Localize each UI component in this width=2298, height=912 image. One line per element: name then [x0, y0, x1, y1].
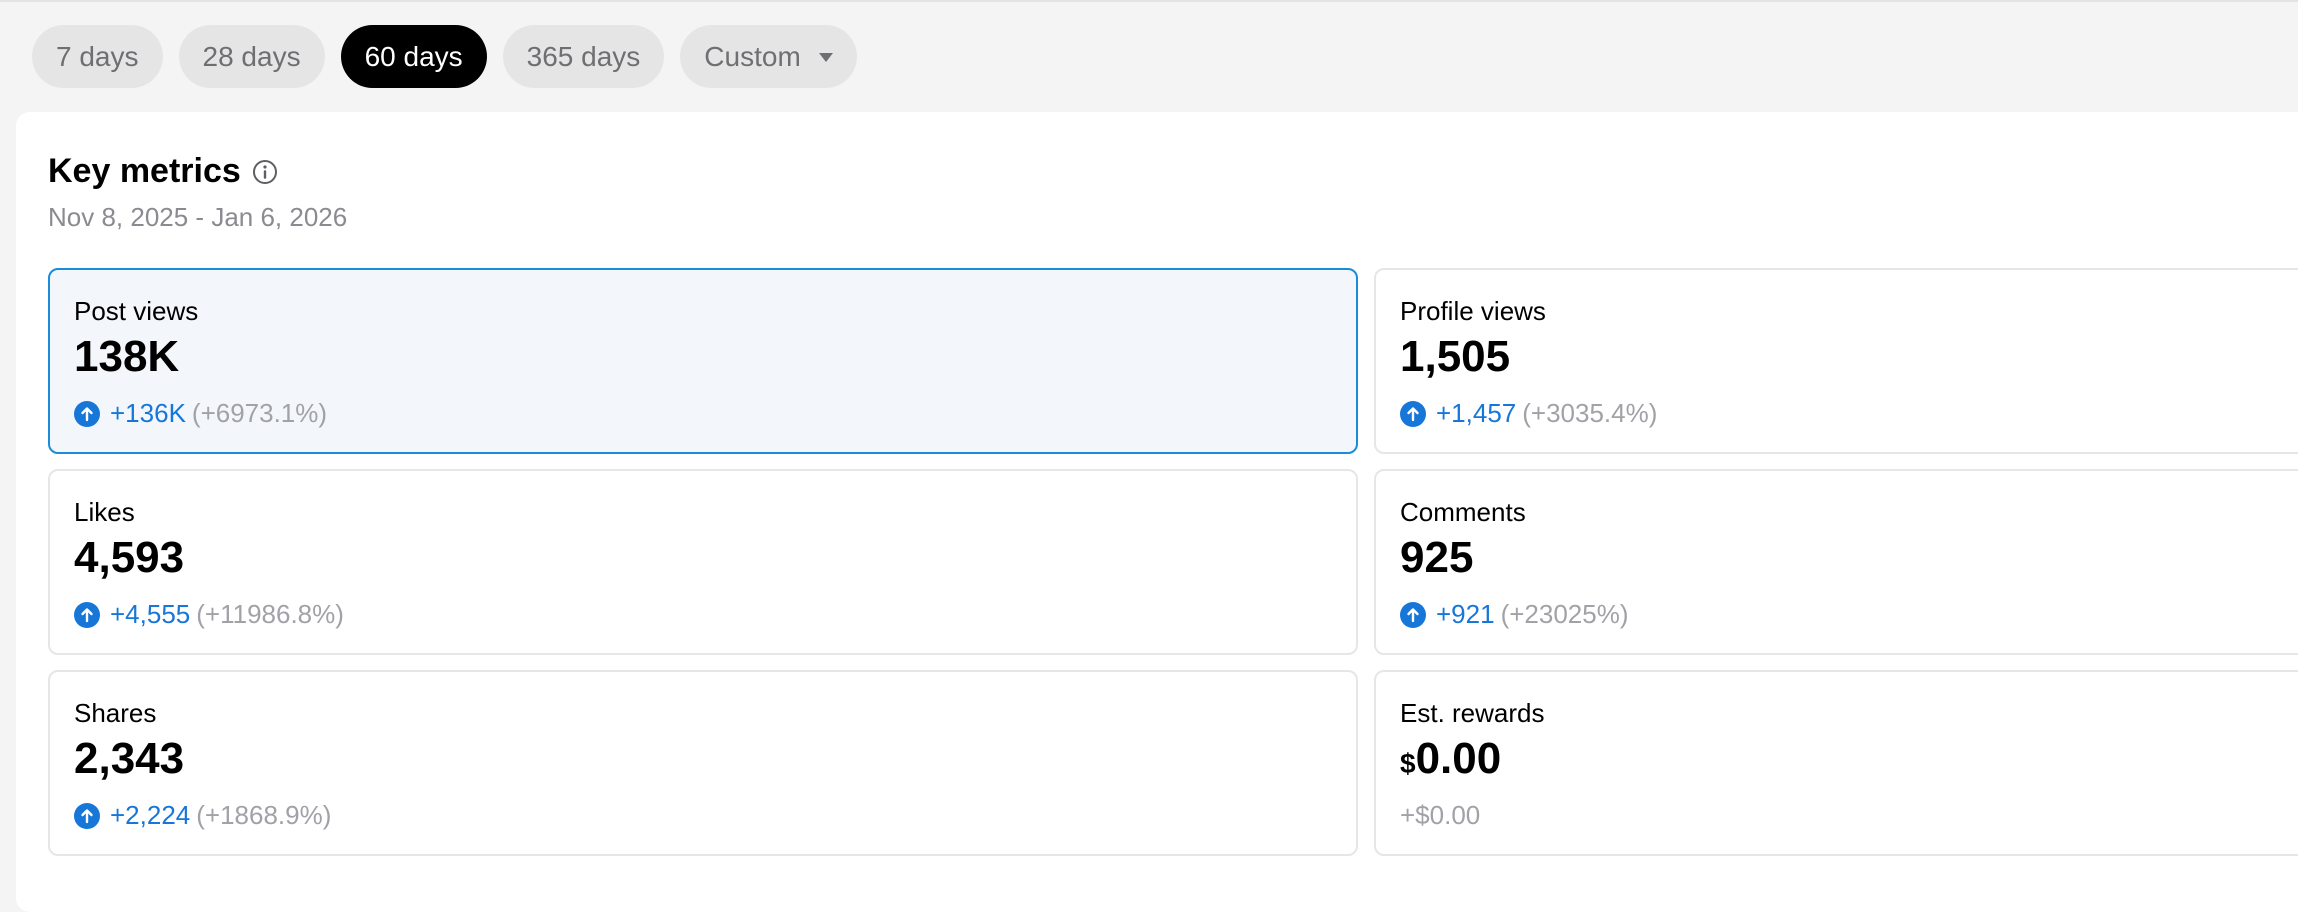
metric-value: 2,343 — [74, 734, 185, 783]
metric-percent: (+3035.4%) — [1522, 398, 1658, 428]
filter-label: Custom — [704, 40, 801, 72]
arrow-up-circle-icon — [74, 601, 100, 628]
key-metrics-panel: Key metrics Nov 8, 2025 - Jan 6, 2026 Po… — [16, 112, 2298, 912]
metric-label: Shares — [74, 698, 157, 728]
filter-365-days[interactable]: 365 days — [502, 25, 665, 88]
metric-label: Likes — [74, 497, 135, 527]
metric-percent: (+6973.1%) — [191, 398, 328, 428]
metric-card-post-views[interactable]: Post views 138K +136K (+6973.1%) — [48, 268, 1358, 454]
metric-label: Est. rewards — [1400, 698, 1545, 728]
metric-change: +4,555 (+11986.8%) — [74, 599, 344, 630]
currency-symbol: $ — [1400, 748, 1416, 779]
filter-label: 60 days — [364, 40, 463, 72]
title-row: Key metrics — [48, 152, 279, 191]
metric-delta: +4,555 — [110, 599, 191, 629]
filter-label: 28 days — [202, 40, 301, 72]
arrow-up-circle-icon — [74, 400, 100, 427]
metric-delta: +921 — [1436, 599, 1495, 629]
metric-card-est-rewards[interactable]: Est. rewards $0.00 +$0.00 — [1374, 670, 2298, 856]
filter-60-days[interactable]: 60 days — [340, 25, 487, 88]
metric-value: 925 — [1400, 533, 1474, 582]
metric-delta: +136K — [110, 398, 186, 428]
metric-change: +$0.00 — [1400, 800, 1480, 831]
filter-label: 365 days — [526, 40, 641, 72]
arrow-up-circle-icon — [74, 802, 100, 829]
top-divider — [0, 0, 2298, 2]
arrow-up-circle-icon — [1400, 601, 1426, 628]
metric-delta: +2,224 — [110, 800, 191, 830]
metric-card-likes[interactable]: Likes 4,593 +4,555 (+11986.8%) — [48, 469, 1358, 655]
metric-change: +1,457 (+3035.4%) — [1400, 398, 1657, 429]
metric-label: Comments — [1400, 497, 1526, 527]
metric-card-comments[interactable]: Comments 925 +921 (+23025%) — [1374, 469, 2298, 655]
arrow-up-circle-icon — [1400, 400, 1426, 427]
filter-custom[interactable]: Custom — [680, 25, 857, 88]
date-range: Nov 8, 2025 - Jan 6, 2026 — [48, 202, 348, 232]
metric-value: 138K — [74, 332, 180, 381]
info-icon[interactable] — [251, 158, 279, 186]
metric-change: +136K (+6973.1%) — [74, 398, 327, 429]
metric-amount: 0.00 — [1415, 734, 1502, 783]
metric-delta: +1,457 — [1436, 398, 1517, 428]
metric-change: +921 (+23025%) — [1400, 599, 1629, 630]
metric-percent: (+11986.8%) — [196, 599, 344, 629]
metric-card-profile-views[interactable]: Profile views 1,505 +1,457 (+3035.4%) — [1374, 268, 2298, 454]
metric-value: 4,593 — [74, 533, 185, 582]
page-title: Key metrics — [48, 152, 241, 190]
filter-28-days[interactable]: 28 days — [178, 25, 325, 88]
metric-label: Post views — [74, 296, 199, 326]
filter-7-days[interactable]: 7 days — [32, 25, 163, 88]
metric-percent: (+1868.9%) — [196, 800, 332, 830]
metric-card-shares[interactable]: Shares 2,343 +2,224 (+1868.9%) — [48, 670, 1358, 856]
metric-percent: (+23025%) — [1500, 599, 1629, 629]
metric-value: $0.00 — [1400, 734, 1501, 784]
metric-value: 1,505 — [1400, 332, 1511, 381]
date-range-filters: 7 days 28 days 60 days 365 days Custom — [32, 25, 857, 88]
metric-label: Profile views — [1400, 296, 1546, 326]
metric-change: +2,224 (+1868.9%) — [74, 800, 331, 831]
caret-down-icon — [818, 53, 833, 62]
metric-delta: +$0.00 — [1400, 800, 1481, 830]
filter-label: 7 days — [56, 40, 139, 72]
